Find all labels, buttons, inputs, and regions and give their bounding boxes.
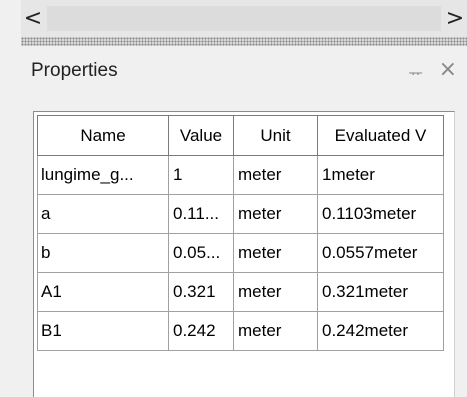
- cell-name[interactable]: lungime_g...: [37, 155, 169, 195]
- cell-name[interactable]: B1: [37, 311, 169, 351]
- cell-evaluated[interactable]: 0.0557meter: [317, 233, 444, 273]
- cell-name[interactable]: b: [37, 233, 169, 273]
- panel-splitter[interactable]: [21, 37, 467, 46]
- cell-name[interactable]: a: [37, 194, 169, 234]
- table-header-row: Name Value Unit Evaluated V: [37, 115, 444, 156]
- cell-value[interactable]: 0.11...: [168, 194, 234, 234]
- cell-unit[interactable]: meter: [233, 272, 318, 312]
- table-row[interactable]: a 0.11... meter 0.1103meter: [37, 194, 444, 234]
- table-row[interactable]: B1 0.242 meter 0.242meter: [37, 311, 444, 351]
- cell-value[interactable]: 0.05...: [168, 233, 234, 273]
- properties-grid: Name Value Unit Evaluated V lungime_g...…: [33, 111, 455, 397]
- horizontal-scrollbar[interactable]: < >: [21, 0, 467, 37]
- table-row[interactable]: b 0.05... meter 0.0557meter: [37, 233, 444, 273]
- cell-evaluated[interactable]: 0.321meter: [317, 272, 444, 312]
- cell-unit[interactable]: meter: [233, 155, 318, 195]
- cell-unit[interactable]: meter: [233, 233, 318, 273]
- cell-evaluated[interactable]: 0.1103meter: [317, 194, 444, 234]
- close-icon[interactable]: ×: [439, 57, 457, 82]
- cell-name[interactable]: A1: [37, 272, 169, 312]
- scrollbar-track[interactable]: [47, 6, 441, 31]
- cell-evaluated[interactable]: 0.242meter: [317, 311, 444, 351]
- table-row[interactable]: lungime_g... 1 meter 1meter: [37, 155, 444, 195]
- table-row[interactable]: A1 0.321 meter 0.321meter: [37, 272, 444, 312]
- panel-title: Properties: [31, 60, 118, 81]
- column-header-evaluated[interactable]: Evaluated V: [317, 115, 444, 156]
- cell-unit[interactable]: meter: [233, 311, 318, 351]
- properties-table: Name Value Unit Evaluated V lungime_g...…: [37, 115, 444, 351]
- pin-icon[interactable]: ᅲ: [408, 60, 423, 84]
- column-header-unit[interactable]: Unit: [233, 115, 318, 156]
- properties-panel-header: Properties ᅲ ×: [21, 46, 467, 94]
- cell-value[interactable]: 0.242: [168, 311, 234, 351]
- cell-value[interactable]: 0.321: [168, 272, 234, 312]
- column-header-value[interactable]: Value: [168, 115, 234, 156]
- cell-unit[interactable]: meter: [233, 194, 318, 234]
- scroll-left-arrow-icon[interactable]: <: [21, 2, 45, 35]
- cell-evaluated[interactable]: 1meter: [317, 155, 444, 195]
- scroll-right-arrow-icon[interactable]: >: [443, 2, 467, 35]
- column-header-name[interactable]: Name: [37, 115, 169, 156]
- cell-value[interactable]: 1: [168, 155, 234, 195]
